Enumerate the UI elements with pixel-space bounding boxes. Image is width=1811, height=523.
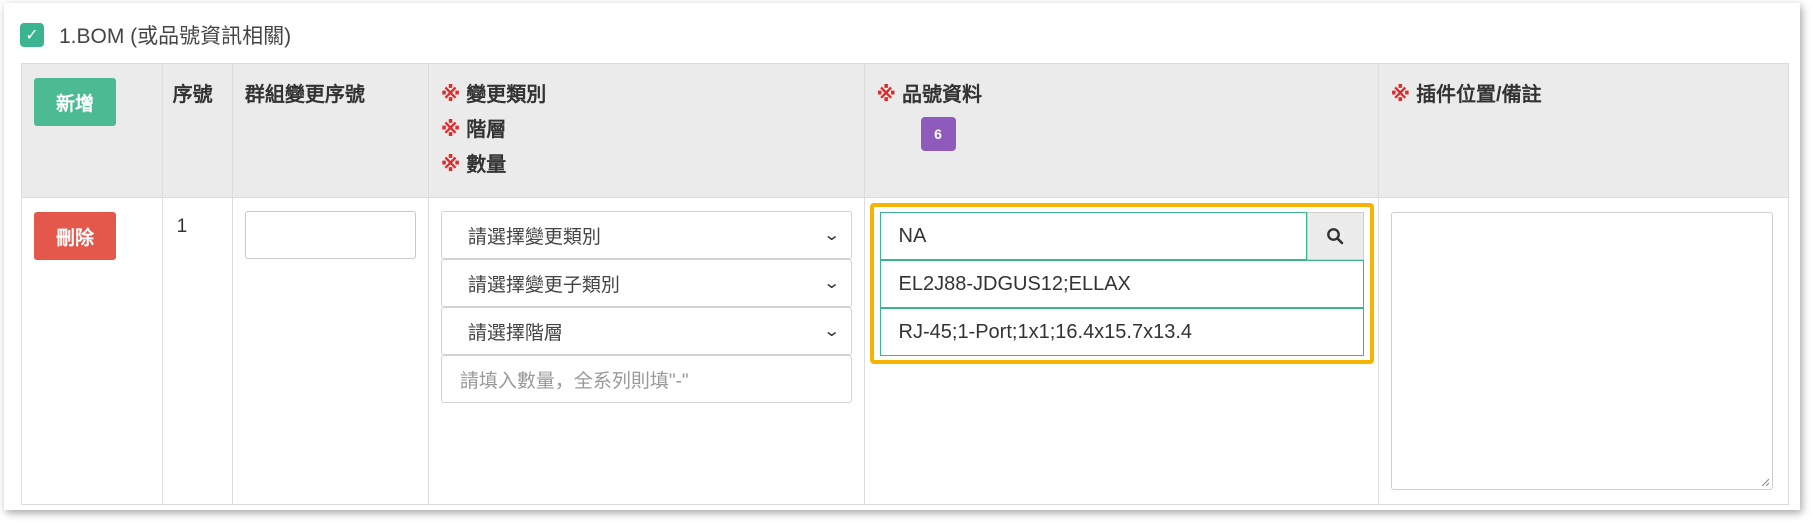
header-part-info-label: 品號資料 [901, 84, 982, 106]
part-desc-field[interactable]: RJ-45;1-Port;1x1;16.4x15.7x13.4 [879, 308, 1364, 356]
bom-table: 新增 序號 群組變更序號 ※ 變更類別 ※ 階層 ※ 數量 ※ 品號資料 6 ※… [21, 63, 1790, 505]
row-seq-value: 1 [176, 216, 188, 237]
header-change-type: ※ 變更類別 ※ 階層 ※ 數量 [427, 63, 865, 198]
header-seq-label: 序號 [172, 84, 213, 106]
header-position-note-label: 插件位置/備註 [1416, 84, 1542, 106]
header-seq: 序號 [161, 63, 233, 198]
header-level-label: 階層 [466, 119, 507, 141]
required-mark: ※ [1390, 84, 1411, 106]
position-note-textarea[interactable] [1390, 212, 1773, 490]
header-quantity-label: 數量 [466, 154, 507, 176]
header-group-seq: 群組變更序號 [231, 63, 429, 198]
part-count-badge: 6 [920, 117, 956, 151]
section-title: 1.BOM (或品號資訊相關) [59, 25, 292, 48]
header-part-info: ※ 品號資料 6 [863, 63, 1379, 198]
change-subtype-select-value: 請選擇變更子類別 [467, 274, 620, 296]
chevron-down-icon: ⌄ [823, 323, 841, 340]
header-change-type-label: 變更類別 [466, 84, 547, 106]
required-mark: ※ [440, 119, 461, 141]
search-icon [1327, 228, 1344, 245]
required-mark: ※ [876, 84, 896, 106]
group-seq-input[interactable] [244, 211, 416, 259]
row-change-cell: 請選擇變更類別 ⌄ 請選擇變更子類別 ⌄ 請選擇階層 ⌄ 請填入數量，全系列則填… [427, 197, 865, 505]
part-spec-value: EL2J88-JDGUS12;ELLAX [898, 272, 1131, 295]
part-desc-value: RJ-45;1-Port;1x1;16.4x15.7x13.4 [898, 320, 1193, 343]
part-highlight-box: NA EL2J88-JDGUS12;ELLAX RJ-45;1-Port;1x1… [869, 203, 1374, 364]
quantity-input[interactable]: 請填入數量，全系列則填"-" [440, 355, 852, 403]
row-seq-cell: 1 [161, 197, 233, 505]
section-checkbox[interactable]: ✓ [20, 23, 44, 47]
chevron-down-icon: ⌄ [823, 275, 841, 292]
part-search-button[interactable] [1306, 212, 1364, 260]
level-select[interactable]: 請選擇階層 ⌄ [440, 307, 852, 355]
chevron-down-icon: ⌄ [823, 227, 841, 244]
change-type-select[interactable]: 請選擇變更類別 ⌄ [440, 211, 852, 259]
section-header: ✓ 1.BOM (或品號資訊相關) [20, 20, 291, 50]
quantity-placeholder: 請填入數量，全系列則填"-" [459, 370, 689, 392]
table-header-row: 新增 序號 群組變更序號 ※ 變更類別 ※ 階層 ※ 數量 ※ 品號資料 6 ※… [21, 63, 1790, 198]
level-select-value: 請選擇階層 [467, 322, 563, 344]
check-icon: ✓ [25, 27, 39, 44]
row-action-cell: 刪除 [21, 197, 163, 505]
part-number-input[interactable]: NA [879, 212, 1307, 260]
header-group-seq-label: 群組變更序號 [244, 84, 365, 106]
row-group-seq-cell [231, 197, 429, 505]
bom-panel: ✓ 1.BOM (或品號資訊相關) 新增 序號 群組變更序號 ※ 變更類別 ※ … [4, 3, 1800, 510]
required-mark: ※ [440, 154, 461, 176]
add-button[interactable]: 新增 [34, 78, 116, 126]
row-note-cell [1377, 197, 1790, 505]
change-subtype-select[interactable]: 請選擇變更子類別 ⌄ [440, 259, 852, 307]
table-row: 刪除 1 請選擇變更類別 ⌄ 請選擇變更子類別 ⌄ 請選擇階層 ⌄ 請填入數量，… [21, 197, 1790, 505]
delete-button[interactable]: 刪除 [34, 212, 116, 260]
header-action-cell: 新增 [21, 63, 163, 198]
part-spec-field[interactable]: EL2J88-JDGUS12;ELLAX [879, 260, 1364, 308]
part-number-value: NA [898, 224, 927, 247]
change-type-select-value: 請選擇變更類別 [467, 226, 601, 248]
required-mark: ※ [440, 84, 461, 106]
resize-handle-icon[interactable] [1760, 477, 1770, 487]
row-part-cell: NA EL2J88-JDGUS12;ELLAX RJ-45;1-Port;1x1… [863, 197, 1379, 505]
header-position-note: ※ 插件位置/備註 [1377, 63, 1790, 198]
